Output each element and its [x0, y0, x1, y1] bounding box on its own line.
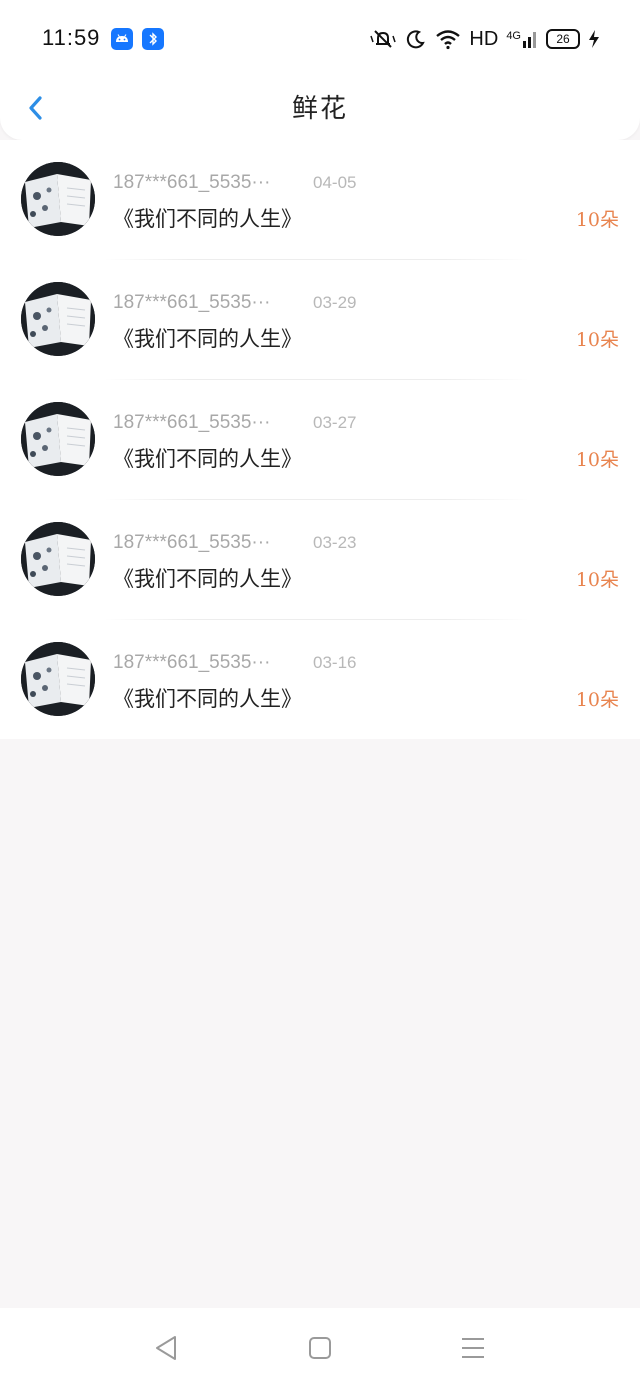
list-item[interactable]: 187***661_5535··· 03-29 《我们不同的人生》 10朵: [0, 260, 640, 380]
flower-count: 10朵: [575, 329, 619, 351]
wifi-icon: [436, 30, 461, 50]
book-title: 《我们不同的人生》: [113, 207, 302, 231]
moon-icon: [407, 30, 426, 49]
system-home-button[interactable]: [300, 1328, 340, 1368]
flower-count: 10朵: [575, 449, 619, 471]
back-icon: [156, 1336, 176, 1360]
record-date: 03-23: [313, 533, 357, 552]
record-date: 03-27: [313, 413, 357, 432]
book-title: 《我们不同的人生》: [113, 327, 302, 351]
top-area: 11:59 HD 4G 26 鲜花: [0, 0, 640, 140]
sender-name: 187***661_5535···: [113, 652, 271, 673]
book-title: 《我们不同的人生》: [113, 567, 302, 591]
list-item[interactable]: 187***661_5535··· 03-16 《我们不同的人生》 10朵: [0, 620, 640, 740]
status-icons: HD 4G 26: [369, 24, 600, 54]
flower-count: 10朵: [575, 209, 619, 231]
record-date: 03-16: [313, 653, 357, 672]
menu-icon: [462, 1338, 484, 1358]
flower-count: 10朵: [575, 569, 619, 591]
system-menu-button[interactable]: [453, 1328, 493, 1368]
avatar: [21, 642, 95, 716]
sender-name: 187***661_5535···: [113, 292, 271, 313]
sender-name: 187***661_5535···: [113, 532, 271, 553]
flower-count: 10朵: [575, 689, 619, 711]
avatar: [21, 522, 95, 596]
status-bar: 11:59 HD 4G 26: [0, 0, 640, 78]
record-date: 03-29: [313, 293, 357, 312]
charging-icon: [589, 30, 599, 48]
battery-icon: 26: [546, 29, 580, 49]
page-title: 鲜花: [291, 94, 348, 124]
header-bar: 鲜花: [0, 78, 640, 134]
system-back-button[interactable]: [146, 1328, 186, 1368]
flower-record-list: 187***661_5535··· 04-05 《我们不同的人生》 10朵 18…: [0, 140, 640, 739]
sender-name: 187***661_5535···: [113, 412, 271, 433]
home-icon: [309, 1337, 331, 1359]
book-title: 《我们不同的人生》: [113, 687, 302, 711]
cellular-signal: 4G: [506, 30, 538, 48]
signal-icon: [523, 32, 536, 48]
record-date: 04-05: [313, 173, 357, 192]
sender-name: 187***661_5535···: [113, 172, 271, 193]
system-navigation-bar: [0, 1308, 640, 1387]
avatar: [21, 162, 95, 236]
network-label: 4G: [506, 30, 521, 42]
hd-label: HD: [469, 27, 499, 50]
avatar: [21, 402, 95, 476]
avatar: [21, 282, 95, 356]
list-item[interactable]: 187***661_5535··· 04-05 《我们不同的人生》 10朵: [0, 140, 640, 260]
status-time: 11:59: [42, 25, 101, 50]
android-icon: [111, 28, 133, 50]
mute-icon: [370, 30, 397, 48]
bluetooth-file-icon: [142, 28, 164, 50]
list-item[interactable]: 187***661_5535··· 03-23 《我们不同的人生》 10朵: [0, 500, 640, 620]
book-title: 《我们不同的人生》: [113, 447, 302, 471]
list-item[interactable]: 187***661_5535··· 03-27 《我们不同的人生》 10朵: [0, 380, 640, 500]
